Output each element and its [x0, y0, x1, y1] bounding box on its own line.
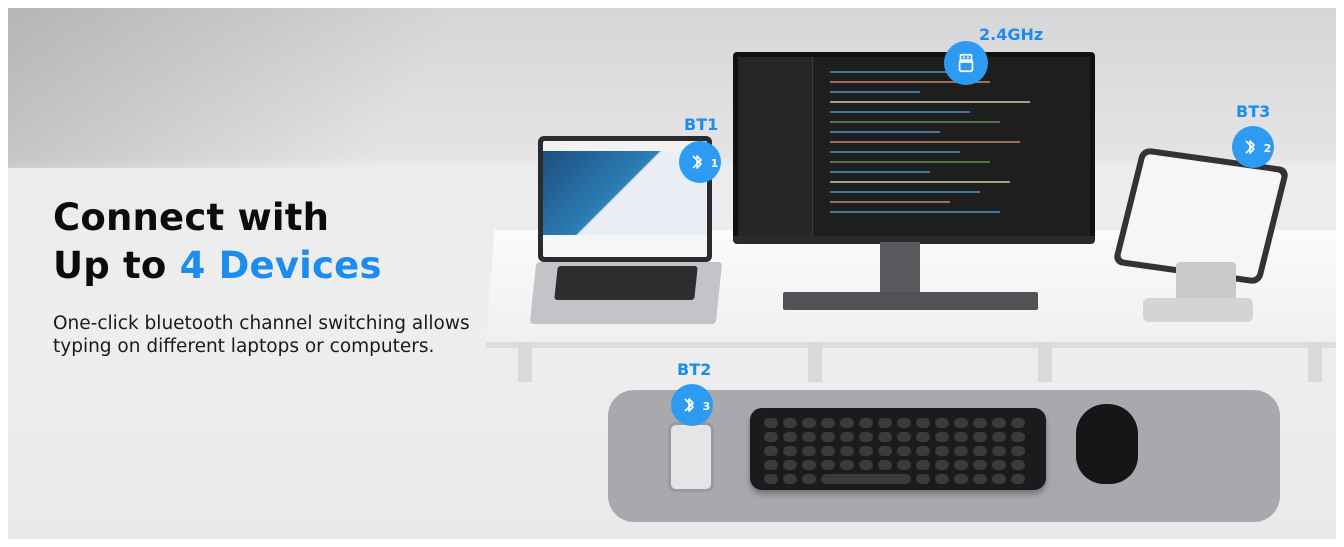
bt2-label: BT2	[677, 360, 712, 379]
bt2-badge: 3	[671, 384, 713, 426]
wall-shadow	[8, 8, 568, 168]
monitor-image	[733, 52, 1095, 242]
laptop-keyboard	[554, 266, 698, 300]
bt1-number: 1	[710, 156, 719, 170]
bt1-label: BT1	[684, 115, 719, 134]
tablet-stand-base	[1143, 298, 1253, 322]
subtext: One-click bluetooth channel switching al…	[53, 313, 470, 357]
headline-line-2: Up to 4 Devices	[53, 242, 523, 290]
monitor-screen	[738, 57, 1090, 237]
bt1-badge: 1	[679, 141, 721, 183]
bt3-number: 2	[1263, 141, 1272, 155]
tablet-screen	[1119, 153, 1283, 279]
desk-leg	[808, 342, 822, 382]
mouse-image	[1076, 404, 1138, 484]
bt3-label: BT3	[1236, 102, 1271, 121]
bluetooth-icon	[692, 155, 702, 169]
ghz-badge	[944, 41, 988, 85]
headline-line-1: Connect with	[53, 196, 330, 239]
bluetooth-icon	[1245, 140, 1255, 154]
usb-receiver-icon	[958, 53, 974, 73]
desk-leg	[1038, 342, 1052, 382]
bluetooth-icon	[684, 398, 694, 412]
desk-leg	[1308, 342, 1322, 382]
headline-prefix: Up to	[53, 244, 180, 287]
phone-image	[668, 422, 714, 492]
ghz-label: 2.4GHz	[979, 25, 1044, 44]
monitor-foot	[783, 292, 1038, 310]
bt2-number: 3	[702, 399, 711, 413]
product-banner: Connect with Up to 4 Devices One-click b…	[8, 8, 1336, 539]
headline-block: Connect with Up to 4 Devices One-click b…	[53, 194, 523, 358]
headline-accent: 4 Devices	[179, 244, 382, 287]
keyboard-image	[750, 408, 1046, 490]
bt3-badge: 2	[1232, 126, 1274, 168]
headline: Connect with Up to 4 Devices	[53, 194, 523, 290]
